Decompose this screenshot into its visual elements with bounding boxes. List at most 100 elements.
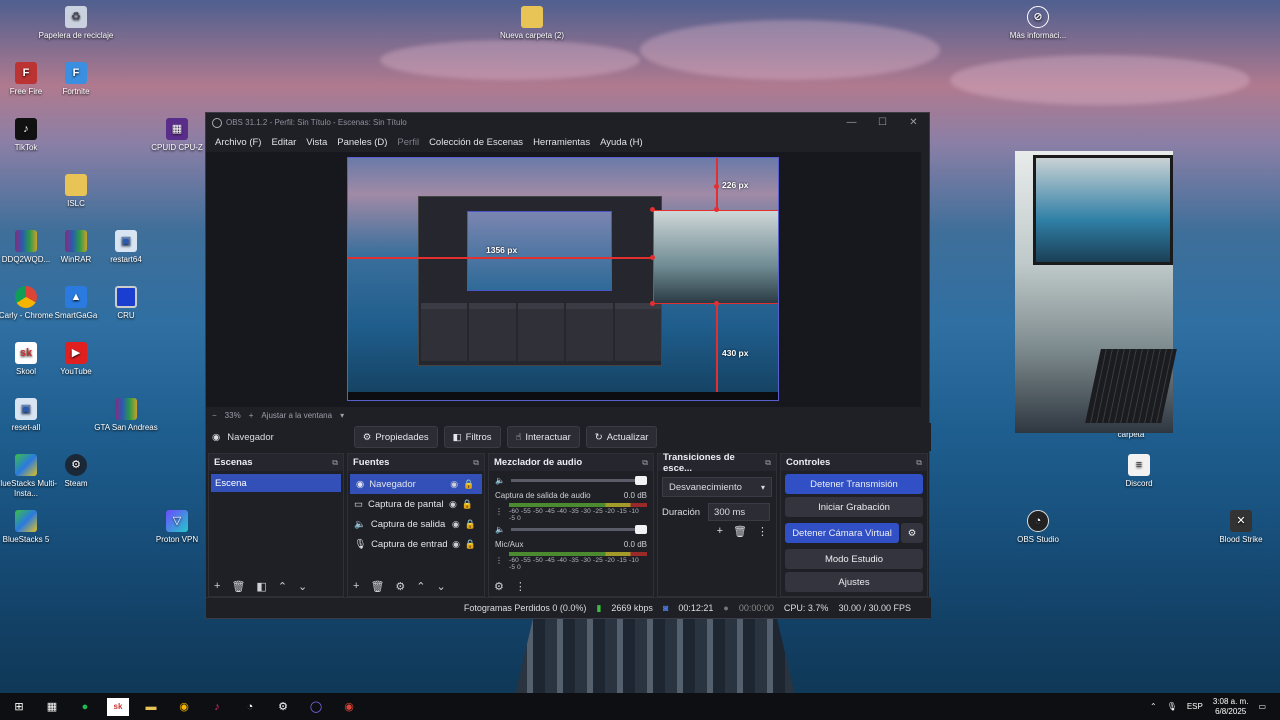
zoom-fit-select[interactable]: Ajustar a la ventana <box>261 411 332 420</box>
task-view-icon[interactable]: ▦ <box>41 698 63 716</box>
scene-item[interactable]: Escena <box>211 474 341 492</box>
scene-filters-icon[interactable]: ◧ <box>256 580 266 593</box>
desktop-icon-gta[interactable]: GTA San Andreas <box>88 398 164 433</box>
virtual-camera-settings-button[interactable]: ⚙ <box>901 523 923 543</box>
desktop-icon-youtube[interactable]: ▶ YouTube <box>38 342 114 377</box>
menu-file[interactable]: Archivo (F) <box>210 137 266 148</box>
handle-mr[interactable] <box>778 255 779 260</box>
handle-bc[interactable] <box>714 301 719 306</box>
move-down-icon[interactable]: ⌄ <box>437 580 446 593</box>
menu-edit[interactable]: Editar <box>266 137 301 148</box>
handle-ml[interactable] <box>650 255 655 260</box>
desktop-icon-more-info[interactable]: ⊘ Más informaci... <box>1000 6 1076 41</box>
speaker-icon[interactable]: 🔈 <box>495 525 505 534</box>
program-preview[interactable]: 226 px 1356 px 430 px <box>347 157 779 401</box>
lock-icon[interactable]: 🔒 <box>463 479 474 490</box>
filters-button[interactable]: ◧ Filtros <box>443 426 501 448</box>
start-icon[interactable]: ⊞ <box>8 698 30 716</box>
skool-taskbar-icon[interactable]: sk <box>107 697 129 716</box>
popout-icon[interactable]: ⧉ <box>332 458 338 468</box>
handle-br[interactable] <box>778 301 779 306</box>
popout-icon[interactable]: ⧉ <box>473 458 479 468</box>
remove-scene-icon[interactable]: 🗑 <box>231 580 245 593</box>
source-row-audio-output[interactable]: 🔈Captura de salida de audio ◉🔒 <box>348 514 484 534</box>
desktop-icon-bluestacks5[interactable]: BlueStacks 5 <box>0 510 64 545</box>
menu-profile[interactable]: Perfil <box>392 137 424 148</box>
chrome-taskbar-icon[interactable]: ◉ <box>173 698 195 716</box>
desktop-icon-restart64[interactable]: ▣ restart64 <box>88 230 164 265</box>
add-scene-icon[interactable]: + <box>214 580 220 592</box>
minimize-icon[interactable]: — <box>836 117 867 128</box>
obs-titlebar[interactable]: OBS 31.1.2 - Perfil: Sin Título - Escena… <box>206 113 929 132</box>
studio-mode-button[interactable]: Modo Estudio <box>785 549 923 569</box>
eye-icon[interactable]: ◉ <box>450 479 458 490</box>
kebab-icon[interactable]: ⋮ <box>495 507 503 516</box>
desktop-icon-proton-vpn[interactable]: ▽ Proton VPN <box>139 510 215 545</box>
refresh-button[interactable]: ↻ Actualizar <box>585 426 658 448</box>
obs-taskbar-icon[interactable]: ◔ <box>239 698 261 716</box>
settings-taskbar-icon[interactable]: ⚙ <box>272 698 294 716</box>
browser-source-bounds[interactable] <box>653 210 778 304</box>
speaker-icon[interactable]: 🔈 <box>495 476 505 485</box>
lock-icon[interactable]: 🔒 <box>465 519 476 530</box>
source-row-display[interactable]: ▭ Captura de pantalla ◉ 🔒 <box>348 494 484 514</box>
desktop-icon-tiktok[interactable]: ♪ TikTok <box>0 118 64 153</box>
handle-tr[interactable] <box>778 207 779 212</box>
tiktok-taskbar-icon[interactable]: ♪ <box>206 698 228 716</box>
chevron-down-icon[interactable]: ▾ <box>340 411 344 420</box>
interact-button[interactable]: ☝ Interactuar <box>506 426 580 448</box>
desktop-icon-islc[interactable]: ISLC <box>38 174 114 209</box>
lock-icon[interactable]: 🔒 <box>465 539 476 550</box>
notifications-icon[interactable]: ▭ <box>1258 702 1266 711</box>
close-icon[interactable]: ✕ <box>898 117 929 128</box>
move-up-icon[interactable]: ⌃ <box>416 580 425 593</box>
move-down-icon[interactable]: ⌄ <box>298 580 307 593</box>
volume-slider[interactable] <box>510 475 647 485</box>
clock[interactable]: 3:08 a. m. 6/8/2025 <box>1213 697 1249 717</box>
add-transition-icon[interactable]: + <box>717 525 723 538</box>
add-source-icon[interactable]: + <box>353 580 359 592</box>
desktop-icon-obs[interactable]: ◔ OBS Studio <box>1000 510 1076 545</box>
eye-icon[interactable]: ◉ <box>452 519 460 530</box>
menu-scene-collection[interactable]: Colección de Escenas <box>424 137 528 148</box>
handle-tc[interactable] <box>714 207 719 212</box>
properties-button[interactable]: ⚙ Propiedades <box>353 426 438 448</box>
stop-streaming-button[interactable]: Detener Transmisión <box>785 474 923 494</box>
chrome-profile-taskbar-icon[interactable]: ◉ <box>338 698 360 716</box>
menu-view[interactable]: Vista <box>301 137 332 148</box>
handle-tl[interactable] <box>650 207 655 212</box>
desktop-icon-discord[interactable]: ≡ Discord <box>1101 454 1177 489</box>
handle-bl[interactable] <box>650 301 655 306</box>
popout-icon[interactable]: ⧉ <box>765 458 771 468</box>
transition-select[interactable]: Desvanecimiento ▾ <box>662 477 772 497</box>
file-explorer-icon[interactable]: ▬ <box>140 698 162 716</box>
desktop-icon-steam[interactable]: ⚙ Steam <box>38 454 114 489</box>
source-properties-icon[interactable]: ⚙ <box>395 580 405 593</box>
spotify-icon[interactable]: ● <box>74 698 96 716</box>
desktop-icon-cru[interactable]: CRU <box>88 286 164 321</box>
transition-menu-icon[interactable]: ⋮ <box>757 525 768 538</box>
eye-icon[interactable]: ◉ <box>449 499 457 510</box>
source-row-browser[interactable]: ◉ Navegador ◉ 🔒 <box>350 474 482 494</box>
stop-virtual-camera-button[interactable]: Detener Cámara Virtual <box>785 523 899 543</box>
remove-transition-icon[interactable]: 🗑 <box>733 525 747 538</box>
chevron-up-icon[interactable]: ⌃ <box>1150 702 1157 711</box>
popout-icon[interactable]: ⧉ <box>642 458 648 468</box>
desktop-icon-cpuz[interactable]: ▦ CPUID CPU-Z <box>139 118 215 153</box>
volume-slider[interactable] <box>510 524 647 534</box>
cortana-icon[interactable]: ◯ <box>305 698 327 716</box>
remove-source-icon[interactable]: 🗑 <box>370 580 384 593</box>
maximize-icon[interactable]: ☐ <box>867 117 898 128</box>
obs-window[interactable]: OBS 31.1.2 - Perfil: Sin Título - Escena… <box>205 112 931 619</box>
menu-help[interactable]: Ayuda (H) <box>595 137 648 148</box>
desktop-icon-fortnite[interactable]: F Fortnite <box>38 62 114 97</box>
desktop-icon-reset-all[interactable]: ▣ reset-all <box>0 398 64 433</box>
language-indicator[interactable]: ESP <box>1187 702 1203 711</box>
move-up-icon[interactable]: ⌃ <box>278 580 287 593</box>
mixer-menu-icon[interactable]: ⋮ <box>515 580 526 593</box>
desktop-icon-blood-strike[interactable]: ✕ Blood Strike <box>1203 510 1279 545</box>
mic-tray-icon[interactable]: 🎙 <box>1167 702 1177 711</box>
zoom-in-button[interactable]: + <box>249 411 254 420</box>
advanced-audio-icon[interactable]: ⚙ <box>494 580 504 593</box>
eye-icon[interactable]: ◉ <box>452 539 460 550</box>
